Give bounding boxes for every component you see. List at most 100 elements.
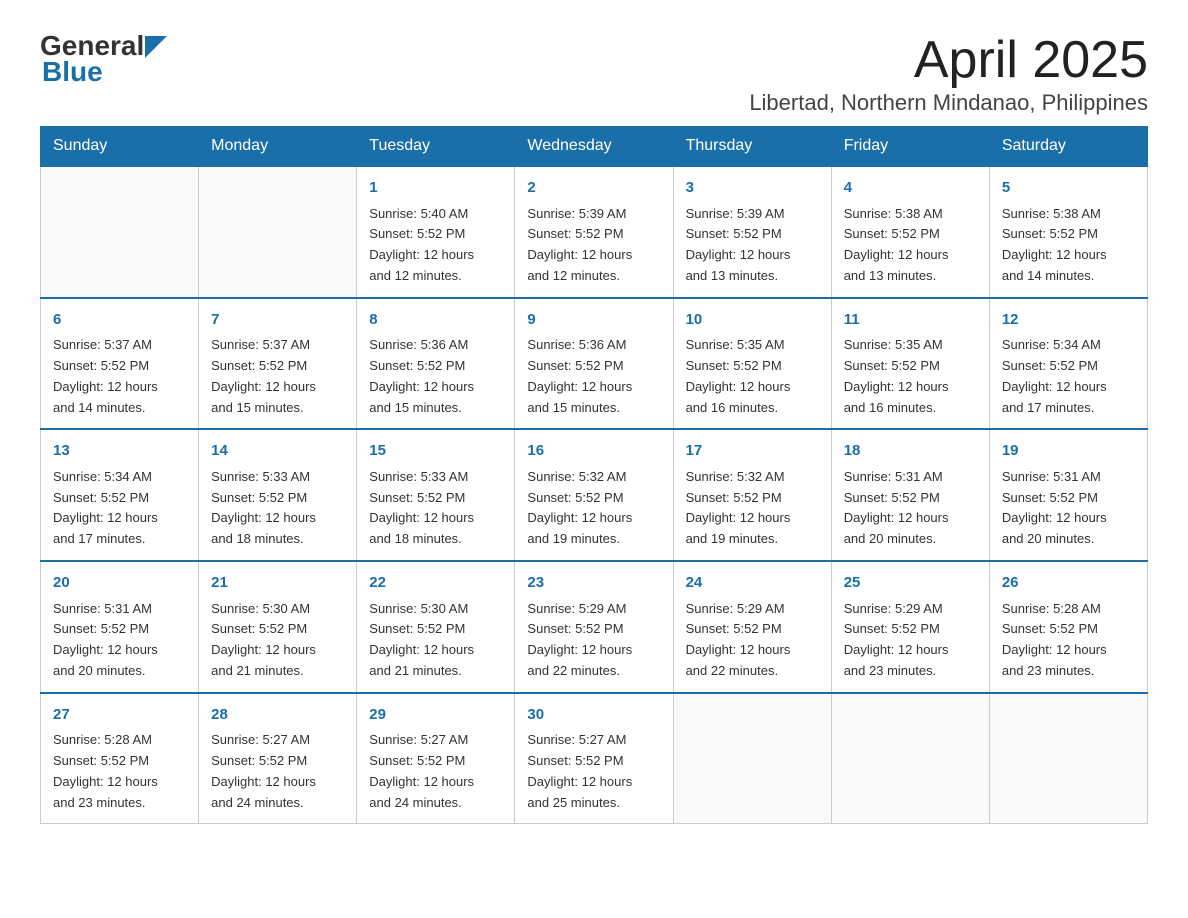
calendar-cell: 2 Sunrise: 5:39 AM Sunset: 5:52 PM Daylig… bbox=[515, 166, 673, 298]
calendar-cell bbox=[989, 693, 1147, 824]
calendar-header-row: SundayMondayTuesdayWednesdayThursdayFrid… bbox=[41, 127, 1148, 167]
day-info: Sunrise: 5:32 AM Sunset: 5:52 PM Dayligh… bbox=[527, 467, 660, 550]
day-of-week-header: Monday bbox=[199, 127, 357, 167]
day-number: 13 bbox=[53, 440, 186, 463]
calendar-cell: 23 Sunrise: 5:29 AM Sunset: 5:52 PM Dayli… bbox=[515, 561, 673, 693]
calendar-cell: 27 Sunrise: 5:28 AM Sunset: 5:52 PM Dayli… bbox=[41, 693, 199, 824]
calendar-cell: 20Sunrise: 5:31 AM Sunset: 5:52 PM Dayli… bbox=[41, 561, 199, 693]
calendar-cell: 18 Sunrise: 5:31 AM Sunset: 5:52 PM Dayli… bbox=[831, 429, 989, 561]
logo: General Blue bbox=[40, 30, 167, 86]
day-info: Sunrise: 5:35 AM Sunset: 5:52 PM Dayligh… bbox=[686, 335, 819, 418]
calendar-cell: 16 Sunrise: 5:32 AM Sunset: 5:52 PM Dayli… bbox=[515, 429, 673, 561]
day-info: Sunrise: 5:38 AM Sunset: 5:52 PM Dayligh… bbox=[844, 204, 977, 287]
calendar-cell: 12 Sunrise: 5:34 AM Sunset: 5:52 PM Dayli… bbox=[989, 298, 1147, 430]
day-info: Sunrise: 5:32 AM Sunset: 5:52 PM Dayligh… bbox=[686, 467, 819, 550]
calendar-cell: 6Sunrise: 5:37 AM Sunset: 5:52 PM Daylig… bbox=[41, 298, 199, 430]
day-info: Sunrise: 5:29 AM Sunset: 5:52 PM Dayligh… bbox=[686, 599, 819, 682]
calendar-table: SundayMondayTuesdayWednesdayThursdayFrid… bbox=[40, 126, 1148, 824]
day-of-week-header: Saturday bbox=[989, 127, 1147, 167]
day-info: Sunrise: 5:29 AM Sunset: 5:52 PM Dayligh… bbox=[844, 599, 977, 682]
calendar-cell: 21Sunrise: 5:30 AM Sunset: 5:52 PM Dayli… bbox=[199, 561, 357, 693]
day-of-week-header: Sunday bbox=[41, 127, 199, 167]
calendar-cell bbox=[831, 693, 989, 824]
day-number: 11 bbox=[844, 309, 977, 332]
day-number: 9 bbox=[527, 309, 660, 332]
day-number: 23 bbox=[527, 572, 660, 595]
day-info: Sunrise: 5:27 AM Sunset: 5:52 PM Dayligh… bbox=[211, 730, 344, 813]
calendar-cell: 15 Sunrise: 5:33 AM Sunset: 5:52 PM Dayli… bbox=[357, 429, 515, 561]
day-info: Sunrise: 5:30 AM Sunset: 5:52 PM Dayligh… bbox=[369, 599, 502, 682]
day-number: 24 bbox=[686, 572, 819, 595]
day-info: Sunrise: 5:39 AM Sunset: 5:52 PM Dayligh… bbox=[686, 204, 819, 287]
calendar-week-row: 6Sunrise: 5:37 AM Sunset: 5:52 PM Daylig… bbox=[41, 298, 1148, 430]
calendar-cell bbox=[199, 166, 357, 298]
calendar-cell: 29 Sunrise: 5:27 AM Sunset: 5:52 PM Dayli… bbox=[357, 693, 515, 824]
page-header: General Blue April 2025 Libertad, Northe… bbox=[40, 30, 1148, 116]
day-info: Sunrise: 5:36 AM Sunset: 5:52 PM Dayligh… bbox=[369, 335, 502, 418]
calendar-cell: 8Sunrise: 5:36 AM Sunset: 5:52 PM Daylig… bbox=[357, 298, 515, 430]
calendar-cell bbox=[673, 693, 831, 824]
day-number: 16 bbox=[527, 440, 660, 463]
calendar-week-row: 27 Sunrise: 5:28 AM Sunset: 5:52 PM Dayli… bbox=[41, 693, 1148, 824]
calendar-cell: 10Sunrise: 5:35 AM Sunset: 5:52 PM Dayli… bbox=[673, 298, 831, 430]
calendar-cell: 7Sunrise: 5:37 AM Sunset: 5:52 PM Daylig… bbox=[199, 298, 357, 430]
logo-triangle-icon bbox=[145, 36, 167, 58]
day-number: 30 bbox=[527, 704, 660, 727]
calendar-cell: 9 Sunrise: 5:36 AM Sunset: 5:52 PM Daylig… bbox=[515, 298, 673, 430]
day-number: 3 bbox=[686, 177, 819, 200]
day-number: 25 bbox=[844, 572, 977, 595]
calendar-cell: 26Sunrise: 5:28 AM Sunset: 5:52 PM Dayli… bbox=[989, 561, 1147, 693]
calendar-cell: 17Sunrise: 5:32 AM Sunset: 5:52 PM Dayli… bbox=[673, 429, 831, 561]
day-info: Sunrise: 5:29 AM Sunset: 5:52 PM Dayligh… bbox=[527, 599, 660, 682]
day-info: Sunrise: 5:28 AM Sunset: 5:52 PM Dayligh… bbox=[1002, 599, 1135, 682]
calendar-cell: 11 Sunrise: 5:35 AM Sunset: 5:52 PM Dayli… bbox=[831, 298, 989, 430]
calendar-cell: 25 Sunrise: 5:29 AM Sunset: 5:52 PM Dayli… bbox=[831, 561, 989, 693]
day-info: Sunrise: 5:33 AM Sunset: 5:52 PM Dayligh… bbox=[211, 467, 344, 550]
day-info: Sunrise: 5:40 AM Sunset: 5:52 PM Dayligh… bbox=[369, 204, 502, 287]
day-number: 27 bbox=[53, 704, 186, 727]
day-number: 15 bbox=[369, 440, 502, 463]
day-of-week-header: Friday bbox=[831, 127, 989, 167]
day-number: 1 bbox=[369, 177, 502, 200]
day-number: 5 bbox=[1002, 177, 1135, 200]
calendar-cell: 28 Sunrise: 5:27 AM Sunset: 5:52 PM Dayli… bbox=[199, 693, 357, 824]
calendar-week-row: 13 Sunrise: 5:34 AM Sunset: 5:52 PM Dayli… bbox=[41, 429, 1148, 561]
day-of-week-header: Thursday bbox=[673, 127, 831, 167]
calendar-cell: 19Sunrise: 5:31 AM Sunset: 5:52 PM Dayli… bbox=[989, 429, 1147, 561]
logo-blue-text: Blue bbox=[40, 58, 167, 86]
day-info: Sunrise: 5:31 AM Sunset: 5:52 PM Dayligh… bbox=[844, 467, 977, 550]
calendar-cell: 13 Sunrise: 5:34 AM Sunset: 5:52 PM Dayli… bbox=[41, 429, 199, 561]
day-number: 18 bbox=[844, 440, 977, 463]
day-number: 19 bbox=[1002, 440, 1135, 463]
day-number: 7 bbox=[211, 309, 344, 332]
day-info: Sunrise: 5:33 AM Sunset: 5:52 PM Dayligh… bbox=[369, 467, 502, 550]
calendar-cell: 24 Sunrise: 5:29 AM Sunset: 5:52 PM Dayli… bbox=[673, 561, 831, 693]
calendar-cell: 3 Sunrise: 5:39 AM Sunset: 5:52 PM Daylig… bbox=[673, 166, 831, 298]
day-number: 14 bbox=[211, 440, 344, 463]
calendar-cell: 4Sunrise: 5:38 AM Sunset: 5:52 PM Daylig… bbox=[831, 166, 989, 298]
calendar-cell bbox=[41, 166, 199, 298]
calendar-title: April 2025 bbox=[749, 30, 1148, 90]
day-info: Sunrise: 5:39 AM Sunset: 5:52 PM Dayligh… bbox=[527, 204, 660, 287]
day-of-week-header: Wednesday bbox=[515, 127, 673, 167]
day-info: Sunrise: 5:28 AM Sunset: 5:52 PM Dayligh… bbox=[53, 730, 186, 813]
calendar-cell: 5 Sunrise: 5:38 AM Sunset: 5:52 PM Daylig… bbox=[989, 166, 1147, 298]
calendar-cell: 30Sunrise: 5:27 AM Sunset: 5:52 PM Dayli… bbox=[515, 693, 673, 824]
day-info: Sunrise: 5:34 AM Sunset: 5:52 PM Dayligh… bbox=[53, 467, 186, 550]
day-number: 29 bbox=[369, 704, 502, 727]
day-info: Sunrise: 5:36 AM Sunset: 5:52 PM Dayligh… bbox=[527, 335, 660, 418]
calendar-cell: 22 Sunrise: 5:30 AM Sunset: 5:52 PM Dayli… bbox=[357, 561, 515, 693]
day-number: 22 bbox=[369, 572, 502, 595]
calendar-week-row: 1 Sunrise: 5:40 AM Sunset: 5:52 PM Daylig… bbox=[41, 166, 1148, 298]
day-info: Sunrise: 5:35 AM Sunset: 5:52 PM Dayligh… bbox=[844, 335, 977, 418]
day-info: Sunrise: 5:34 AM Sunset: 5:52 PM Dayligh… bbox=[1002, 335, 1135, 418]
day-number: 6 bbox=[53, 309, 186, 332]
calendar-cell: 14 Sunrise: 5:33 AM Sunset: 5:52 PM Dayli… bbox=[199, 429, 357, 561]
day-info: Sunrise: 5:38 AM Sunset: 5:52 PM Dayligh… bbox=[1002, 204, 1135, 287]
day-number: 12 bbox=[1002, 309, 1135, 332]
day-info: Sunrise: 5:30 AM Sunset: 5:52 PM Dayligh… bbox=[211, 599, 344, 682]
day-number: 2 bbox=[527, 177, 660, 200]
day-info: Sunrise: 5:27 AM Sunset: 5:52 PM Dayligh… bbox=[369, 730, 502, 813]
title-block: April 2025 Libertad, Northern Mindanao, … bbox=[749, 30, 1148, 116]
day-number: 28 bbox=[211, 704, 344, 727]
